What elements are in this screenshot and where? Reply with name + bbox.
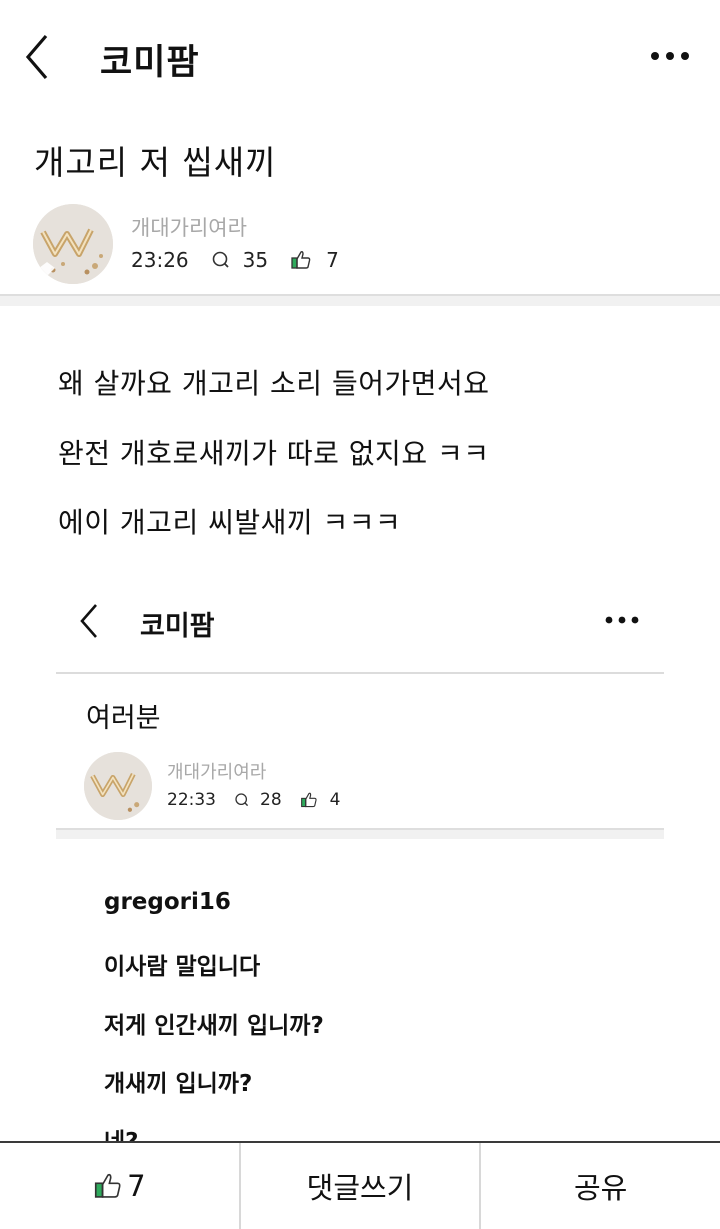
embedded-divider xyxy=(56,828,664,839)
embedded-like-count: 4 xyxy=(329,790,341,810)
post-title: 개고리 저 씹새끼 xyxy=(34,143,277,182)
share-label: 공유 xyxy=(573,1171,628,1205)
chevron-left-icon xyxy=(25,34,48,80)
comment-count: 35 xyxy=(242,248,269,272)
more-options-button[interactable] xyxy=(648,46,692,66)
share-button[interactable]: 공유 xyxy=(479,1143,720,1229)
chevron-left-icon xyxy=(80,604,97,638)
comment-icon xyxy=(235,793,249,807)
post-time: 23:26 xyxy=(131,248,189,272)
avatar-image xyxy=(84,752,152,820)
author-avatar[interactable] xyxy=(33,204,113,284)
thumbs-up-icon xyxy=(300,792,317,808)
thumbs-up-icon xyxy=(95,1173,121,1198)
body-line: 왜 살까요 개고리 소리 들어가면서요 xyxy=(58,367,490,400)
more-dots-icon xyxy=(605,616,639,624)
embedded-comment-author: gregori16 xyxy=(104,889,231,915)
like-button[interactable]: 7 xyxy=(0,1143,239,1229)
embedded-post-time: 22:33 xyxy=(167,790,216,810)
embedded-rule xyxy=(56,672,664,674)
embedded-post-title: 여러분 xyxy=(86,703,161,734)
embedded-author-name: 개대가리여라 xyxy=(167,762,267,783)
post-meta: 23:26 35 7 xyxy=(131,248,339,272)
bottom-action-bar: 7 댓글쓰기 공유 xyxy=(0,1141,720,1229)
back-button[interactable] xyxy=(18,30,58,84)
author-name[interactable]: 개대가리여라 xyxy=(131,212,247,242)
write-comment-label: 댓글쓰기 xyxy=(306,1171,414,1205)
body-line: 에이 개고리 씨발새끼 ㅋㅋㅋ xyxy=(58,506,402,539)
thumbs-up-icon xyxy=(291,251,311,269)
embedded-post-meta: 22:33 28 4 xyxy=(167,790,340,810)
embedded-text-line: 개새끼 입니까? xyxy=(104,1071,253,1097)
section-divider xyxy=(0,294,720,306)
avatar-image xyxy=(33,204,113,284)
more-dots-icon xyxy=(651,52,689,60)
embedded-header-title: 코미팜 xyxy=(140,611,215,642)
write-comment-button[interactable]: 댓글쓰기 xyxy=(238,1143,480,1229)
embedded-text-line: 저게 인간새끼 입니까? xyxy=(104,1013,324,1039)
like-button-count: 7 xyxy=(127,1169,146,1203)
embedded-text-line: 이사람 말입니다 xyxy=(104,954,261,980)
embedded-comment-count: 28 xyxy=(260,790,282,810)
embedded-avatar xyxy=(84,752,152,820)
body-line: 완전 개호로새끼가 따로 없지요 ㅋㅋ xyxy=(58,437,490,470)
page-title: 코미팜 xyxy=(100,43,200,83)
comment-icon xyxy=(212,251,229,268)
like-count: 7 xyxy=(326,248,339,272)
